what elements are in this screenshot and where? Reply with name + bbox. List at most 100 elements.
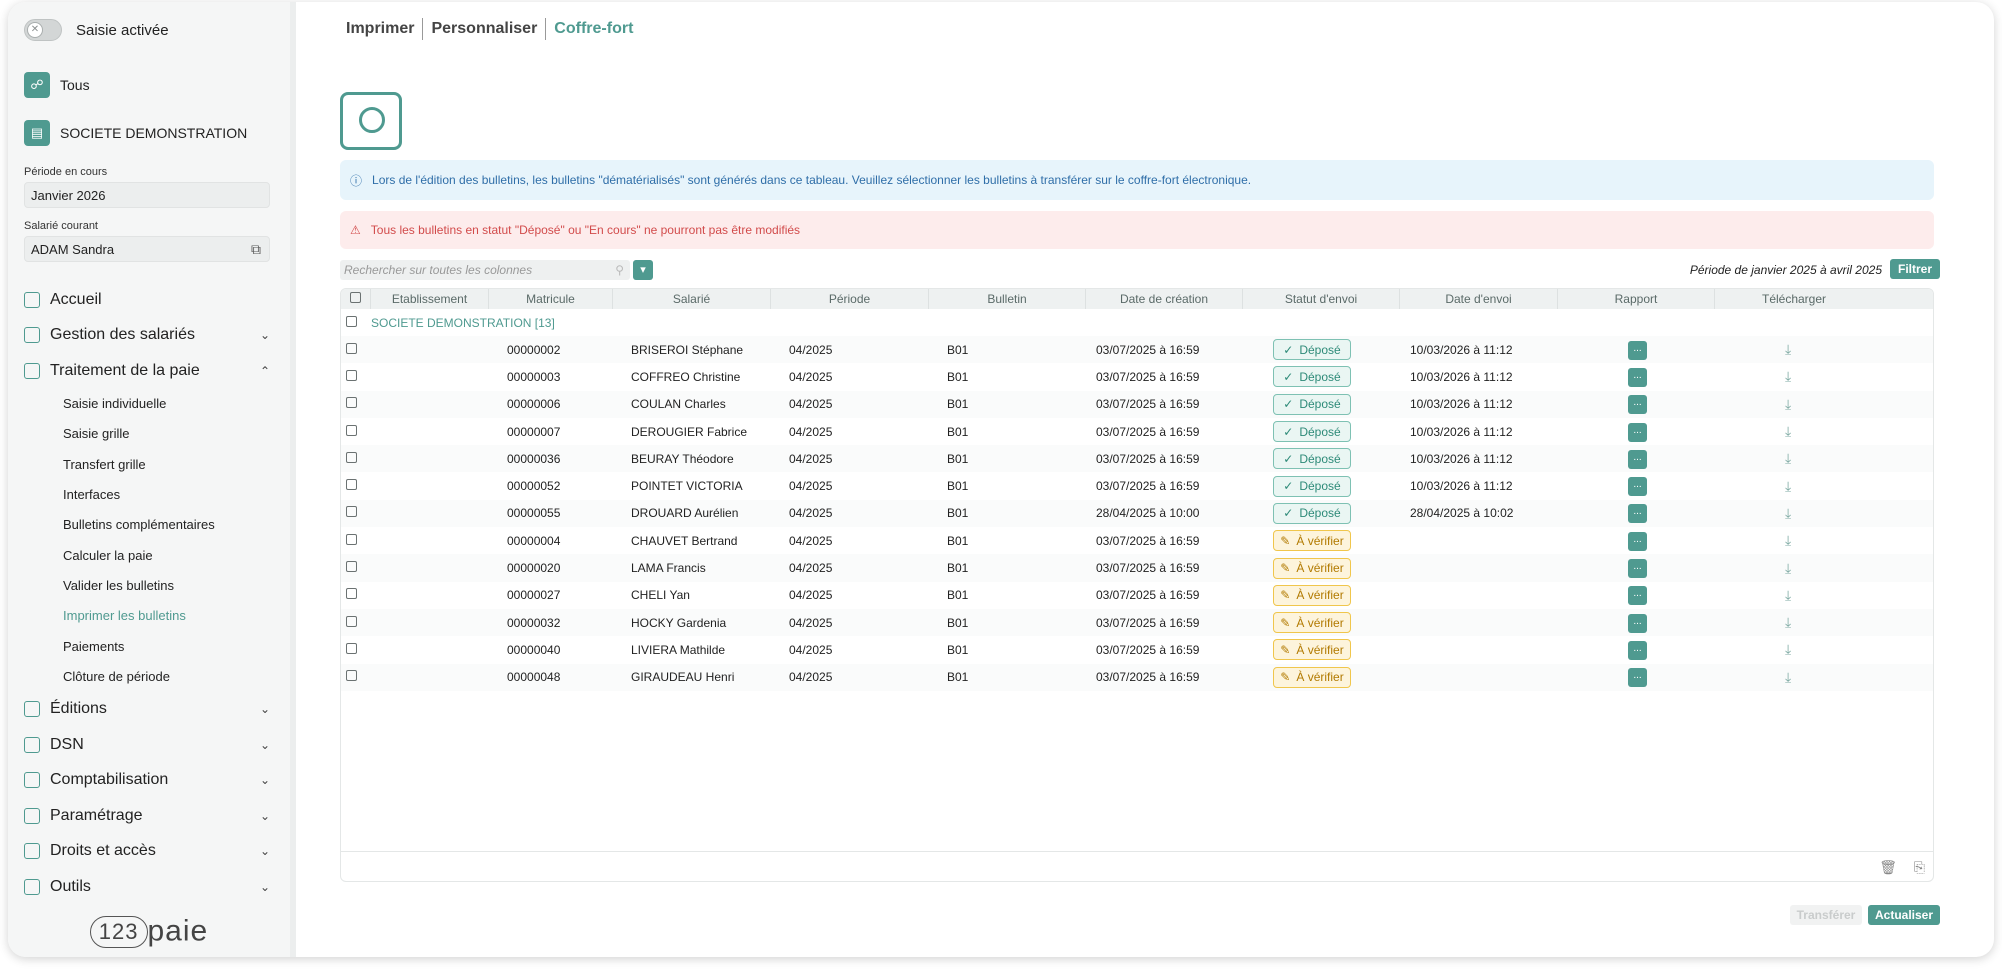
entity-company[interactable]: ▤ SOCIETE DEMONSTRATION bbox=[24, 112, 270, 154]
sub-valider-bulletins[interactable]: Valider les bulletins bbox=[24, 570, 270, 600]
table-row[interactable]: 00000052 POINTET VICTORIA 04/2025 B01 03/07/… bbox=[341, 472, 1933, 499]
table-row[interactable]: 00000004 CHAUVET Bertrand 04/2025 B01 03/07/… bbox=[341, 527, 1933, 554]
tab-coffre-fort[interactable]: Coffre-fort bbox=[546, 18, 641, 40]
col-etablissement[interactable]: Etablissement bbox=[371, 289, 489, 309]
nav-gestion-salaries[interactable]: Gestion des salariés ⌄ bbox=[24, 318, 270, 354]
download-icon[interactable]: ⤓ bbox=[1785, 396, 1791, 412]
entity-all[interactable]: ☍ Tous bbox=[24, 64, 270, 106]
sub-imprimer-bulletins[interactable]: Imprimer les bulletins bbox=[24, 601, 270, 631]
download-icon[interactable]: ⤓ bbox=[1785, 669, 1791, 685]
rapport-button[interactable]: ... bbox=[1628, 449, 1647, 469]
row-checkbox[interactable] bbox=[346, 424, 357, 436]
table-row[interactable]: 00000003 COFFREO Christine 04/2025 B01 03/07… bbox=[341, 363, 1933, 390]
row-checkbox[interactable] bbox=[346, 561, 357, 573]
row-checkbox[interactable] bbox=[346, 615, 357, 627]
sub-saisie-grille[interactable]: Saisie grille bbox=[24, 419, 270, 449]
sub-saisie-individuelle[interactable]: Saisie individuelle bbox=[24, 389, 270, 419]
download-icon[interactable]: ⤓ bbox=[1785, 614, 1791, 630]
sub-calculer-paie[interactable]: Calculer la paie bbox=[24, 540, 270, 570]
col-date-creation[interactable]: Date de création bbox=[1086, 289, 1243, 309]
nav-outils[interactable]: Outils ⌄ bbox=[24, 869, 270, 905]
col-matricule[interactable]: Matricule bbox=[489, 289, 613, 309]
tab-imprimer[interactable]: Imprimer bbox=[346, 18, 424, 40]
rapport-button[interactable]: ... bbox=[1628, 504, 1647, 524]
nav-editions[interactable]: Éditions ⌄ bbox=[24, 691, 270, 727]
search-input[interactable]: Rechercher sur toutes les colonnes ⚲ bbox=[340, 260, 630, 280]
rapport-button[interactable]: ... bbox=[1628, 586, 1647, 606]
sub-paiements[interactable]: Paiements bbox=[24, 631, 270, 661]
col-telecharger[interactable]: Télécharger bbox=[1715, 289, 1873, 309]
table-row[interactable]: 00000048 GIRAUDEAU Henri 04/2025 B01 03/07/2… bbox=[341, 663, 1933, 691]
rapport-button[interactable]: ... bbox=[1628, 559, 1647, 579]
row-checkbox[interactable] bbox=[346, 642, 357, 654]
row-checkbox[interactable] bbox=[346, 533, 357, 545]
search-options-button[interactable]: ▾ bbox=[633, 260, 653, 280]
col-statut-envoi[interactable]: Statut d'envoi bbox=[1243, 289, 1400, 309]
transfer-button[interactable]: Transférer bbox=[1790, 905, 1862, 925]
table-row[interactable]: 00000020 LAMA Francis 04/2025 B01 03/07/2025… bbox=[341, 554, 1933, 582]
download-icon[interactable]: ⤓ bbox=[1785, 532, 1791, 548]
tab-personnaliser[interactable]: Personnaliser bbox=[423, 18, 547, 40]
rapport-button[interactable]: ... bbox=[1628, 477, 1647, 497]
table-row[interactable]: 00000002 BRISEROI Stéphane 04/2025 B01 03/07… bbox=[341, 336, 1933, 364]
nav-comptabilisation[interactable]: Comptabilisation ⌄ bbox=[24, 762, 270, 798]
row-checkbox[interactable] bbox=[346, 506, 357, 518]
table-row[interactable]: 00000006 COULAN Charles 04/2025 B01 03/07/20… bbox=[341, 390, 1933, 418]
rapport-button[interactable]: ... bbox=[1628, 668, 1647, 688]
sub-cloture-periode[interactable]: Clôture de période bbox=[24, 661, 270, 691]
col-rapport[interactable]: Rapport bbox=[1558, 289, 1715, 309]
download-icon[interactable]: ⤓ bbox=[1785, 341, 1791, 357]
col-bulletin[interactable]: Bulletin bbox=[929, 289, 1086, 309]
input-toggle[interactable]: ✕ bbox=[24, 19, 62, 41]
select-all-checkbox[interactable] bbox=[350, 292, 361, 303]
rapport-button[interactable]: ... bbox=[1628, 340, 1647, 360]
col-date-envoi[interactable]: Date d'envoi bbox=[1400, 289, 1558, 309]
table-row[interactable]: 00000007 DEROUGIER Fabrice 04/2025 B01 03/07… bbox=[341, 418, 1933, 445]
row-checkbox[interactable] bbox=[346, 397, 357, 409]
download-icon[interactable]: ⤓ bbox=[1785, 478, 1791, 494]
nav-accueil[interactable]: Accueil bbox=[24, 282, 270, 318]
group-checkbox[interactable] bbox=[346, 315, 357, 327]
download-icon[interactable]: ⤓ bbox=[1785, 505, 1791, 521]
col-periode[interactable]: Période bbox=[771, 289, 929, 309]
row-checkbox[interactable] bbox=[346, 342, 357, 354]
period-field[interactable]: Janvier 2026 bbox=[24, 182, 270, 208]
download-icon[interactable]: ⤓ bbox=[1785, 450, 1791, 466]
rapport-button[interactable]: ... bbox=[1628, 531, 1647, 551]
col-salarie[interactable]: Salarié bbox=[613, 289, 771, 309]
trash-icon[interactable]: 🗑 bbox=[1879, 859, 1897, 876]
rapport-button[interactable]: ... bbox=[1628, 613, 1647, 633]
table-row[interactable]: 00000036 BEURAY Théodore 04/2025 B01 03/07/2… bbox=[341, 445, 1933, 473]
download-icon[interactable]: ⤓ bbox=[1785, 587, 1791, 603]
export-icon[interactable]: ⎘ bbox=[1914, 859, 1925, 876]
header-select[interactable] bbox=[341, 289, 371, 309]
filter-button[interactable]: Filtrer bbox=[1890, 259, 1940, 279]
copy-icon[interactable]: ⧉ bbox=[251, 241, 261, 258]
rapport-button[interactable]: ... bbox=[1628, 367, 1647, 387]
download-icon[interactable]: ⤓ bbox=[1785, 560, 1791, 576]
rapport-button[interactable]: ... bbox=[1628, 640, 1647, 660]
group-row[interactable]: SOCIETE DEMONSTRATION [13] bbox=[341, 309, 1933, 336]
table-row[interactable]: 00000055 DROUARD Aurélien 04/2025 B01 28/04/… bbox=[341, 499, 1933, 528]
table-row[interactable]: 00000040 LIVIERA Mathilde 04/2025 B01 03/07/… bbox=[341, 636, 1933, 663]
row-checkbox[interactable] bbox=[346, 588, 357, 600]
row-checkbox[interactable] bbox=[346, 451, 357, 463]
nav-parametrage[interactable]: Paramétrage ⌄ bbox=[24, 798, 270, 834]
nav-traitement-paie[interactable]: Traitement de la paie ⌃ bbox=[24, 353, 270, 389]
nav-droits-acces[interactable]: Droits et accès ⌄ bbox=[24, 833, 270, 869]
download-icon[interactable]: ⤓ bbox=[1785, 368, 1791, 384]
sub-transfert-grille[interactable]: Transfert grille bbox=[24, 449, 270, 479]
row-checkbox[interactable] bbox=[346, 479, 357, 491]
sub-interfaces[interactable]: Interfaces bbox=[24, 479, 270, 509]
employee-field[interactable]: ADAM Sandra ⧉ bbox=[24, 236, 270, 262]
refresh-button[interactable]: Actualiser bbox=[1868, 905, 1940, 925]
download-icon[interactable]: ⤓ bbox=[1785, 423, 1791, 439]
nav-dsn[interactable]: DSN ⌄ bbox=[24, 727, 270, 763]
rapport-button[interactable]: ... bbox=[1628, 422, 1647, 442]
table-row[interactable]: 00000032 HOCKY Gardenia 04/2025 B01 03/07/20… bbox=[341, 608, 1933, 637]
row-checkbox[interactable] bbox=[346, 670, 357, 682]
table-row[interactable]: 00000027 CHELI Yan 04/2025 B01 03/07/2025 à … bbox=[341, 582, 1933, 609]
rapport-button[interactable]: ... bbox=[1628, 395, 1647, 415]
row-checkbox[interactable] bbox=[346, 369, 357, 381]
download-icon[interactable]: ⤓ bbox=[1785, 641, 1791, 657]
